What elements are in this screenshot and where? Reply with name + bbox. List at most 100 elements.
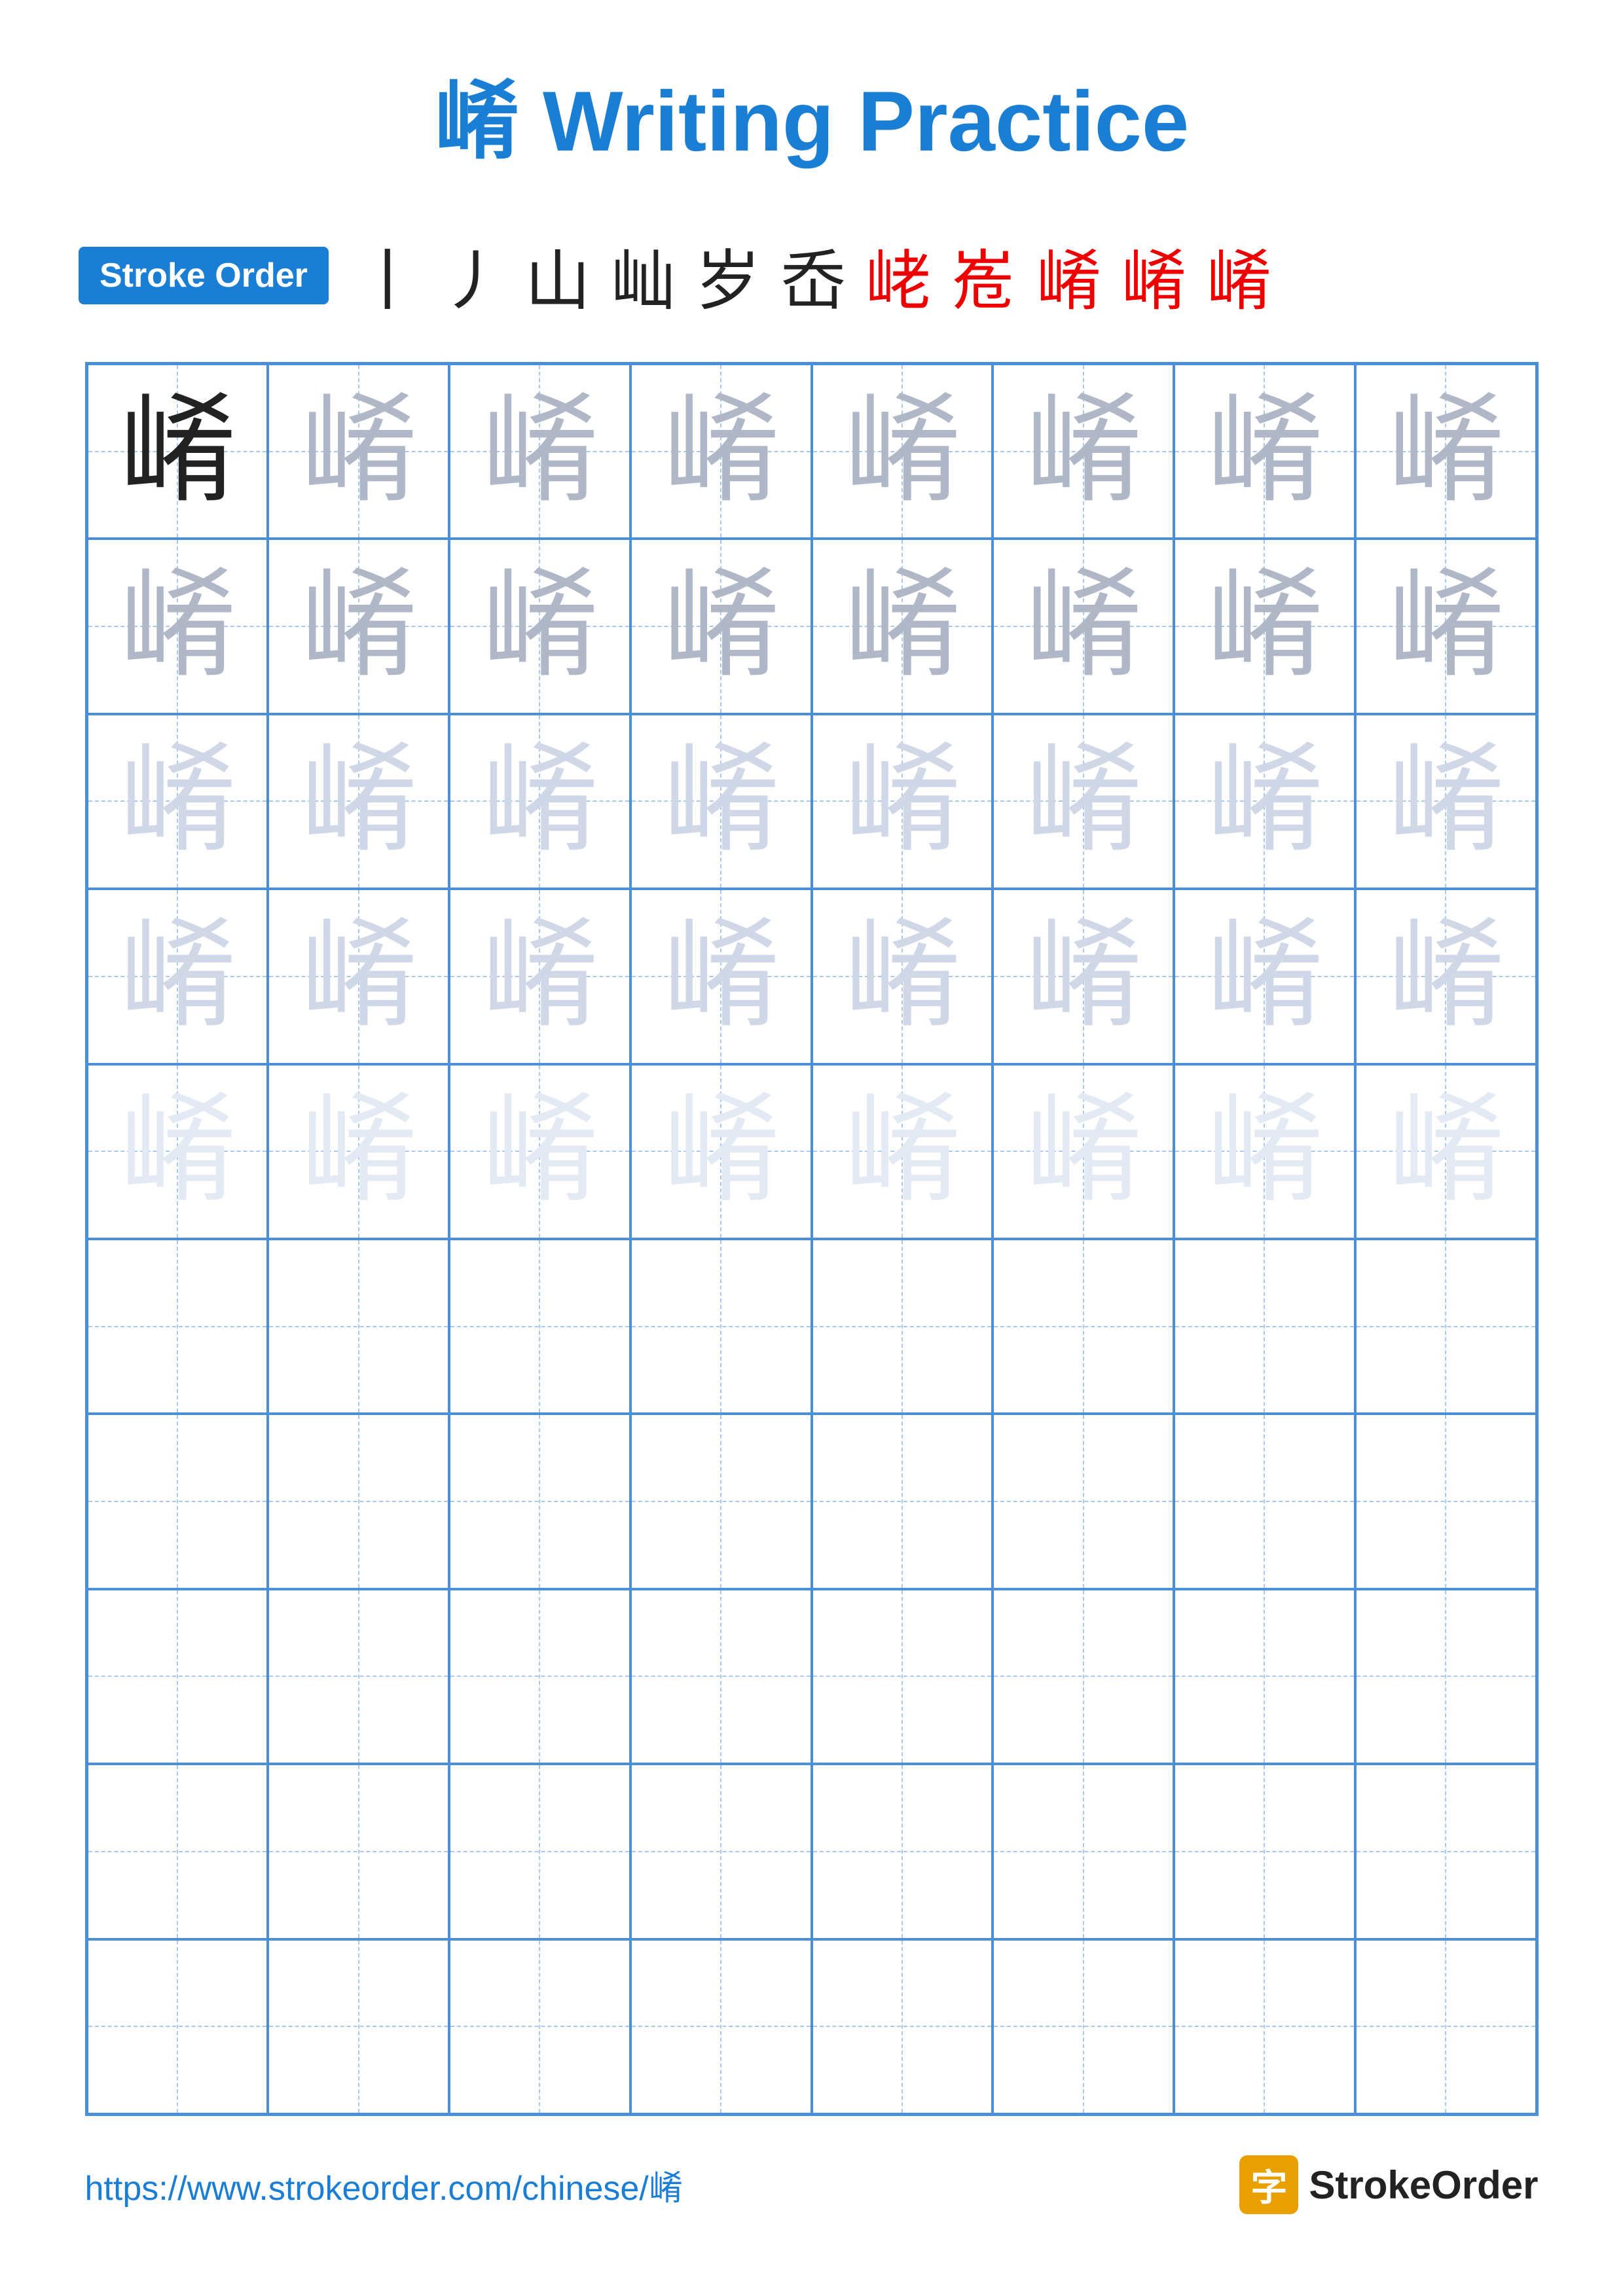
stroke-6: 岙 bbox=[780, 228, 846, 323]
grid-cell-r3c3: 崤 bbox=[449, 714, 630, 889]
stroke-chars: 丨 丿 山 屾 岁 岙 峔 峞 崤 崤 崤 bbox=[355, 228, 1271, 323]
stroke-7: 峔 bbox=[866, 228, 931, 323]
grid-cell-r7c8[interactable] bbox=[1355, 1414, 1537, 1588]
char-display: 崤 bbox=[481, 1092, 598, 1210]
grid-cell-r4c1: 崤 bbox=[87, 889, 268, 1064]
grid-cell-r10c5[interactable] bbox=[812, 1939, 993, 2114]
grid-cell-r10c4[interactable] bbox=[630, 1939, 812, 2114]
grid-cell-r10c2[interactable] bbox=[268, 1939, 449, 2114]
grid-cell-r5c2: 崤 bbox=[268, 1064, 449, 1239]
stroke-1: 丨 bbox=[355, 228, 420, 323]
grid-cell-r6c5[interactable] bbox=[812, 1239, 993, 1414]
grid-cell-r6c6[interactable] bbox=[993, 1239, 1174, 1414]
grid-cell-r7c5[interactable] bbox=[812, 1414, 993, 1588]
grid-cell-r5c7: 崤 bbox=[1174, 1064, 1355, 1239]
grid-cell-r4c5: 崤 bbox=[812, 889, 993, 1064]
char-display: 崤 bbox=[119, 567, 236, 685]
grid-cell-r2c1: 崤 bbox=[87, 539, 268, 713]
footer-url: https://www.strokeorder.com/chinese/崤 bbox=[85, 2161, 683, 2210]
grid-cell-r4c4: 崤 bbox=[630, 889, 812, 1064]
grid-cell-r9c1[interactable] bbox=[87, 1764, 268, 1939]
stroke-9: 崤 bbox=[1036, 228, 1101, 323]
grid-cell-r6c3[interactable] bbox=[449, 1239, 630, 1414]
grid-cell-r8c3[interactable] bbox=[449, 1589, 630, 1764]
grid-cell-r10c1[interactable] bbox=[87, 1939, 268, 2114]
char-display: 崤 bbox=[300, 567, 418, 685]
char-display: 崤 bbox=[843, 918, 961, 1035]
grid-cell-r5c1: 崤 bbox=[87, 1064, 268, 1239]
char-display: 崤 bbox=[481, 918, 598, 1035]
grid-cell-r3c4: 崤 bbox=[630, 714, 812, 889]
grid-cell-r10c8[interactable] bbox=[1355, 1939, 1537, 2114]
grid-cell-r8c8[interactable] bbox=[1355, 1589, 1537, 1764]
grid-cell-r7c6[interactable] bbox=[993, 1414, 1174, 1588]
grid-cell-r7c3[interactable] bbox=[449, 1414, 630, 1588]
grid-cell-r6c7[interactable] bbox=[1174, 1239, 1355, 1414]
grid-cell-r7c7[interactable] bbox=[1174, 1414, 1355, 1588]
char-display: 崤 bbox=[843, 567, 961, 685]
grid-cell-r1c2: 崤 bbox=[268, 364, 449, 539]
grid-cell-r10c3[interactable] bbox=[449, 1939, 630, 2114]
grid-cell-r2c8: 崤 bbox=[1355, 539, 1537, 713]
char-display: 崤 bbox=[300, 393, 418, 511]
grid-cell-r3c8: 崤 bbox=[1355, 714, 1537, 889]
grid-cell-r8c6[interactable] bbox=[993, 1589, 1174, 1764]
stroke-10: 崤 bbox=[1121, 228, 1186, 323]
footer: https://www.strokeorder.com/chinese/崤 字 … bbox=[85, 2155, 1539, 2214]
char-display: 崤 bbox=[662, 393, 780, 511]
char-display: 崤 bbox=[662, 918, 780, 1035]
grid-cell-r9c5[interactable] bbox=[812, 1764, 993, 1939]
grid-cell-r7c2[interactable] bbox=[268, 1414, 449, 1588]
grid-cell-r5c3: 崤 bbox=[449, 1064, 630, 1239]
grid-cell-r9c7[interactable] bbox=[1174, 1764, 1355, 1939]
grid-cell-r6c2[interactable] bbox=[268, 1239, 449, 1414]
char-display: 崤 bbox=[662, 742, 780, 860]
char-display: 崤 bbox=[1387, 918, 1504, 1035]
grid-cell-r9c4[interactable] bbox=[630, 1764, 812, 1939]
grid-cell-r4c7: 崤 bbox=[1174, 889, 1355, 1064]
char-display: 崤 bbox=[300, 742, 418, 860]
grid-cell-r7c1[interactable] bbox=[87, 1414, 268, 1588]
grid-cell-r9c8[interactable] bbox=[1355, 1764, 1537, 1939]
footer-logo: 字 StrokeOrder bbox=[1239, 2155, 1538, 2214]
grid-cell-r7c4[interactable] bbox=[630, 1414, 812, 1588]
grid-cell-r3c1: 崤 bbox=[87, 714, 268, 889]
char-display: 崤 bbox=[1387, 393, 1504, 511]
grid-cell-r9c6[interactable] bbox=[993, 1764, 1174, 1939]
char-display: 崤 bbox=[662, 1092, 780, 1210]
char-display: 崤 bbox=[1025, 918, 1142, 1035]
grid-cell-r5c5: 崤 bbox=[812, 1064, 993, 1239]
char-display: 崤 bbox=[1205, 1092, 1323, 1210]
grid-cell-r8c7[interactable] bbox=[1174, 1589, 1355, 1764]
grid-cell-r8c1[interactable] bbox=[87, 1589, 268, 1764]
grid-cell-r2c3: 崤 bbox=[449, 539, 630, 713]
grid-cell-r5c4: 崤 bbox=[630, 1064, 812, 1239]
grid-cell-r1c1: 崤 bbox=[87, 364, 268, 539]
grid-cell-r8c5[interactable] bbox=[812, 1589, 993, 1764]
char-display: 崤 bbox=[843, 742, 961, 860]
grid-cell-r9c3[interactable] bbox=[449, 1764, 630, 1939]
grid-cell-r1c6: 崤 bbox=[993, 364, 1174, 539]
grid-cell-r3c2: 崤 bbox=[268, 714, 449, 889]
grid-cell-r8c4[interactable] bbox=[630, 1589, 812, 1764]
char-display: 崤 bbox=[1205, 393, 1323, 511]
char-display: 崤 bbox=[119, 393, 236, 511]
grid-cell-r10c6[interactable] bbox=[993, 1939, 1174, 2114]
grid-cell-r4c3: 崤 bbox=[449, 889, 630, 1064]
char-display: 崤 bbox=[1205, 918, 1323, 1035]
grid-cell-r4c8: 崤 bbox=[1355, 889, 1537, 1064]
grid-cell-r3c5: 崤 bbox=[812, 714, 993, 889]
grid-cell-r8c2[interactable] bbox=[268, 1589, 449, 1764]
grid-cell-r2c7: 崤 bbox=[1174, 539, 1355, 713]
grid-cell-r6c8[interactable] bbox=[1355, 1239, 1537, 1414]
logo-char: 字 bbox=[1250, 2159, 1287, 2212]
grid-cell-r6c4[interactable] bbox=[630, 1239, 812, 1414]
grid-cell-r3c6: 崤 bbox=[993, 714, 1174, 889]
grid-cell-r10c7[interactable] bbox=[1174, 1939, 1355, 2114]
char-display: 崤 bbox=[843, 393, 961, 511]
practice-grid: 崤 崤 崤 崤 崤 崤 崤 崤 崤 崤 崤 bbox=[85, 362, 1539, 2116]
grid-cell-r9c2[interactable] bbox=[268, 1764, 449, 1939]
stroke-order-row: Stroke Order 丨 丿 山 屾 岁 岙 峔 峞 崤 崤 崤 bbox=[79, 228, 1544, 323]
char-display: 崤 bbox=[300, 1092, 418, 1210]
grid-cell-r6c1[interactable] bbox=[87, 1239, 268, 1414]
